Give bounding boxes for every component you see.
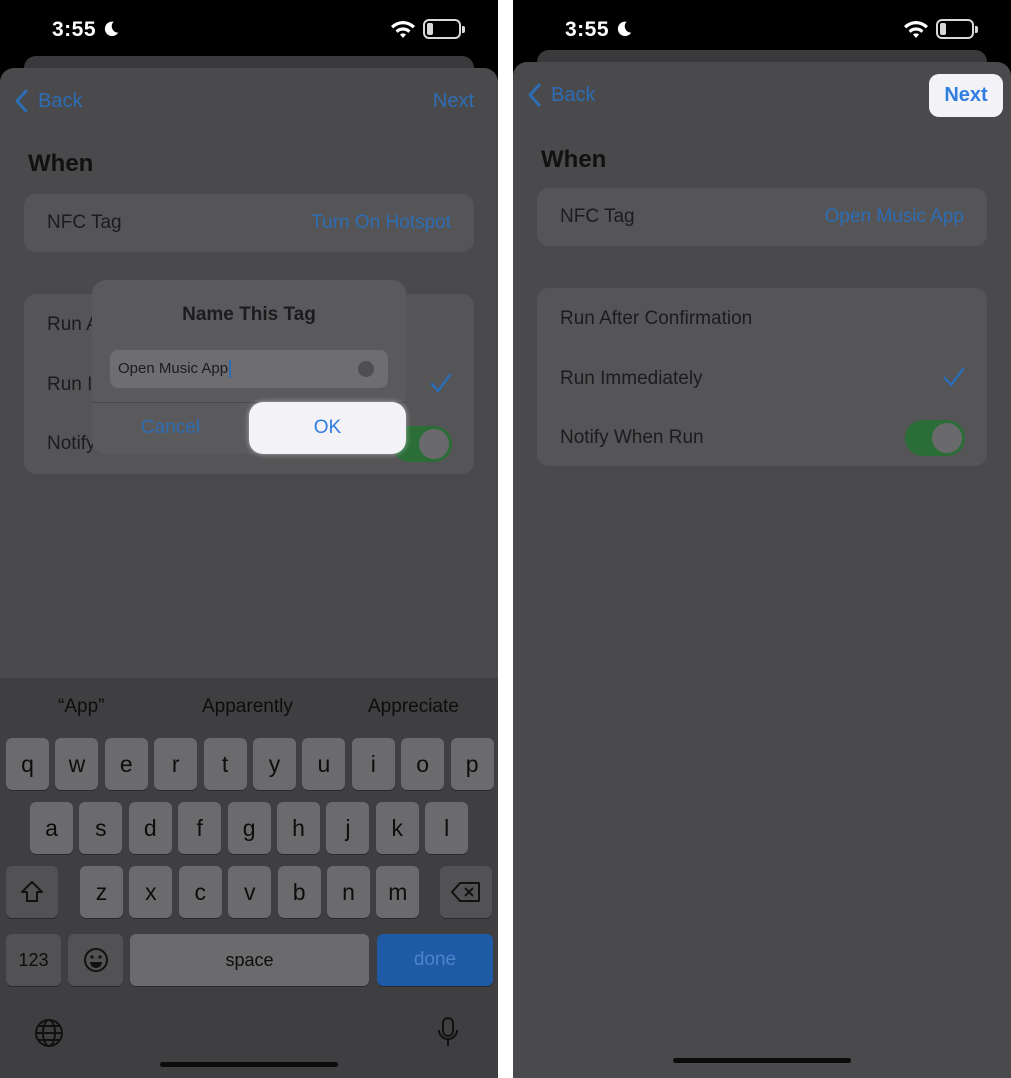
back-button[interactable]: Back <box>38 90 82 113</box>
key-a[interactable]: a <box>30 802 73 854</box>
key-m[interactable]: m <box>376 866 420 918</box>
automation-sheet: Back When NFC Tag Open Music App Run Aft… <box>513 62 1011 1078</box>
clear-text-icon[interactable] <box>358 361 374 377</box>
key-t[interactable]: t <box>203 738 247 790</box>
nfc-tag-row[interactable]: NFC Tag Open Music App <box>537 188 987 246</box>
next-button[interactable]: Next <box>433 90 474 113</box>
key-g[interactable]: g <box>227 802 271 854</box>
shift-icon <box>21 881 43 902</box>
text-cursor <box>229 360 232 379</box>
key-p[interactable]: p <box>450 738 494 790</box>
checkmark-icon <box>430 373 452 393</box>
key-i[interactable]: i <box>351 738 395 790</box>
left-phone-screen: 3:55 Back Next When NFC Tag Turn On Hots… <box>0 0 498 1078</box>
status-time: 3:55 <box>565 18 610 41</box>
suggestion-2[interactable]: Apparently <box>202 696 293 718</box>
nfc-tag-value[interactable]: Open Music App <box>825 206 964 228</box>
wifi-icon <box>904 21 928 38</box>
backspace-icon <box>451 882 480 902</box>
key-c[interactable]: c <box>178 866 222 918</box>
ok-button-label: OK <box>313 417 342 438</box>
suggestion-1[interactable]: “App” <box>58 696 104 718</box>
right-phone-screen: 3:55 Back When NFC Tag Open Music App Ru… <box>513 0 1011 1078</box>
numbers-key[interactable]: 123 <box>6 934 61 986</box>
chevron-left-icon[interactable] <box>14 89 28 113</box>
key-l[interactable]: l <box>425 802 469 854</box>
moon-icon <box>104 21 119 37</box>
checkmark-icon <box>943 367 965 387</box>
ok-button[interactable]: OK <box>249 402 406 454</box>
status-time: 3:55 <box>52 18 97 41</box>
done-key[interactable]: done <box>377 934 493 986</box>
key-q[interactable]: q <box>6 738 49 790</box>
battery-icon <box>936 19 978 39</box>
key-x[interactable]: x <box>129 866 173 918</box>
key-z[interactable]: z <box>80 866 123 918</box>
home-indicator <box>160 1062 338 1067</box>
key-v[interactable]: v <box>228 866 272 918</box>
key-e[interactable]: e <box>104 738 148 790</box>
status-bar: 3:55 <box>0 0 498 60</box>
key-o[interactable]: o <box>401 738 445 790</box>
key-n[interactable]: n <box>327 866 370 918</box>
notify-toggle[interactable] <box>905 420 965 456</box>
microphone-icon[interactable] <box>437 1016 459 1048</box>
run-after-confirmation-option[interactable]: Run A <box>47 314 99 336</box>
key-d[interactable]: d <box>128 802 172 854</box>
run-after-confirmation-option[interactable]: Run After Confirmation <box>560 308 752 330</box>
run-immediately-option[interactable]: Run I <box>47 374 92 396</box>
cancel-button[interactable]: Cancel <box>92 402 249 454</box>
key-r[interactable]: r <box>154 738 198 790</box>
battery-icon <box>423 19 465 39</box>
moon-icon <box>617 21 632 37</box>
notify-when-run-option: Notify <box>47 433 96 454</box>
key-w[interactable]: w <box>55 738 99 790</box>
wifi-icon <box>391 21 415 38</box>
section-title: When <box>28 150 94 177</box>
emoji-key[interactable] <box>68 934 123 986</box>
dialog-title: Name This Tag <box>182 304 316 325</box>
space-key[interactable]: space <box>130 934 369 986</box>
nfc-tag-label: NFC Tag <box>560 206 635 227</box>
nfc-tag-row[interactable]: NFC Tag Turn On Hotspot <box>24 194 474 252</box>
tag-name-value: Open Music App <box>118 360 229 377</box>
home-indicator <box>673 1058 851 1063</box>
shift-key[interactable] <box>6 866 58 918</box>
key-y[interactable]: y <box>253 738 296 790</box>
tag-name-input[interactable]: Open Music App <box>110 350 388 388</box>
key-b[interactable]: b <box>277 866 321 918</box>
nfc-tag-label: NFC Tag <box>47 212 122 233</box>
key-j[interactable]: j <box>326 802 370 854</box>
key-u[interactable]: u <box>302 738 346 790</box>
suggestion-3[interactable]: Appreciate <box>368 696 459 718</box>
key-h[interactable]: h <box>277 802 320 854</box>
chevron-left-icon[interactable] <box>527 83 541 107</box>
keyboard: “App” Apparently Appreciate qwertyuiopas… <box>0 678 498 1078</box>
key-f[interactable]: f <box>178 802 222 854</box>
next-button[interactable]: Next <box>929 74 1003 117</box>
key-s[interactable]: s <box>79 802 123 854</box>
notify-when-run-option: Notify When Run <box>560 427 704 448</box>
backspace-key[interactable] <box>440 866 492 918</box>
section-title: When <box>541 146 607 173</box>
back-button[interactable]: Back <box>551 84 595 107</box>
key-k[interactable]: k <box>375 802 419 854</box>
next-button-label: Next <box>944 84 988 106</box>
globe-icon[interactable] <box>34 1018 64 1048</box>
run-immediately-option[interactable]: Run Immediately <box>560 368 703 390</box>
run-options-card: Run After Confirmation Run Immediately N… <box>537 288 987 466</box>
emoji-icon <box>83 948 108 972</box>
nfc-tag-value[interactable]: Turn On Hotspot <box>311 212 451 234</box>
